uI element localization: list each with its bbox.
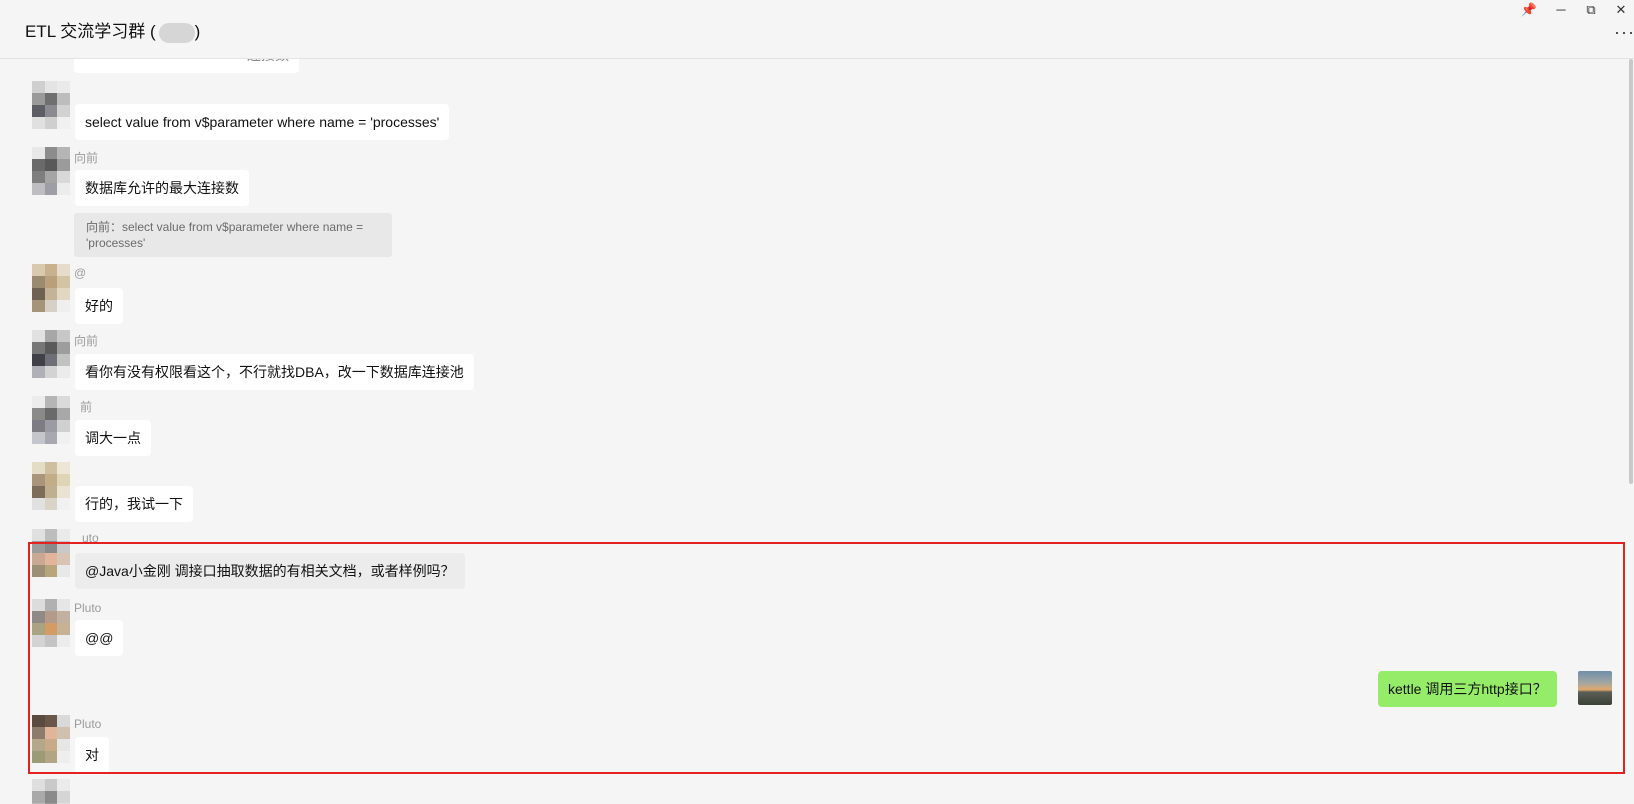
quoted-reply[interactable]: 向前：select value from v$parameter where n…	[74, 213, 392, 257]
avatar[interactable]	[32, 529, 70, 577]
minimize-button[interactable]: ─	[1551, 2, 1571, 17]
chat-title: ETL 交流学习群 ()	[25, 22, 201, 43]
message-bubble[interactable]: @Java小金刚 调接口抽取数据的有相关文档，或者样例吗？	[75, 553, 465, 589]
scrollbar-thumb[interactable]	[1629, 59, 1633, 484]
avatar[interactable]	[32, 330, 70, 378]
message-bubble[interactable]: 好的	[75, 288, 123, 324]
sender-name: Pluto	[74, 601, 102, 615]
message-list[interactable]: 连接数 select value from v$parameter where …	[0, 59, 1634, 804]
my-avatar[interactable]	[1578, 671, 1612, 705]
message-bubble[interactable]: 数据库允许的最大连接数	[75, 170, 249, 206]
title-bar: ETL 交流学习群 () 📌 ─ ⧉ ✕ ···	[0, 0, 1634, 59]
sender-name: uto	[82, 531, 99, 545]
avatar[interactable]	[32, 396, 70, 444]
avatar[interactable]	[32, 599, 70, 647]
scrollbar[interactable]	[1628, 59, 1634, 804]
sender-name: @	[74, 266, 87, 280]
avatar[interactable]	[32, 81, 70, 129]
sender-name: 向前	[74, 151, 99, 165]
message-bubble[interactable]: select value from v$parameter where name…	[75, 104, 450, 140]
avatar[interactable]	[32, 264, 70, 312]
blurred-member-count	[158, 22, 195, 43]
message-bubble-partial: 连接数	[74, 59, 299, 73]
message-bubble[interactable]: 对	[75, 737, 109, 773]
sender-name: Pluto	[74, 717, 102, 731]
avatar[interactable]	[32, 147, 70, 195]
sender-name: 前	[80, 400, 93, 414]
avatar[interactable]	[32, 779, 70, 804]
message-bubble[interactable]: 行的，我试一下	[75, 486, 193, 522]
message-bubble[interactable]: 看你有没有权限看这个，不行就找DBA，改一下数据库连接池	[75, 354, 474, 390]
sender-name: 向前	[74, 334, 99, 348]
more-options-icon[interactable]: ···	[1614, 22, 1634, 43]
my-message-bubble[interactable]: kettle 调用三方http接口？	[1378, 671, 1557, 707]
close-button[interactable]: ✕	[1611, 2, 1631, 18]
avatar[interactable]	[32, 462, 70, 510]
message-bubble[interactable]: 调大一点	[75, 420, 151, 456]
message-bubble[interactable]: @@	[75, 620, 124, 656]
avatar[interactable]	[32, 715, 70, 763]
restore-button[interactable]: ⧉	[1581, 2, 1601, 18]
pin-icon[interactable]: 📌	[1519, 2, 1539, 18]
